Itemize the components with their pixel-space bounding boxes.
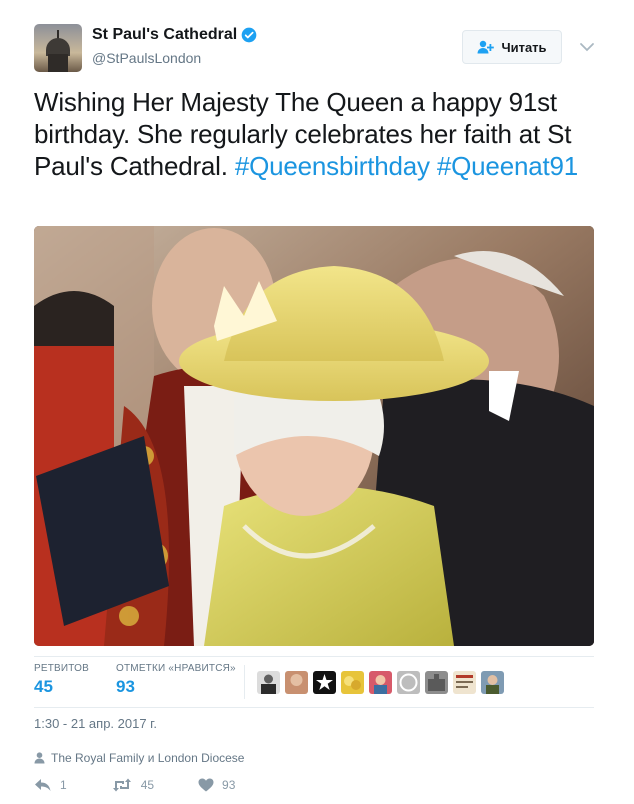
liker-avatar-image: [344, 675, 361, 690]
liker-avatar-image: [456, 674, 473, 688]
chevron-down-icon[interactable]: [578, 38, 596, 56]
retweet-count: 45: [140, 778, 155, 792]
liker-avatar[interactable]: [453, 670, 476, 694]
retweet-button[interactable]: 45: [111, 778, 154, 792]
liker-avatar[interactable]: [313, 670, 336, 694]
liker-avatar-image: [428, 673, 445, 691]
tweet-text: Wishing Her Majesty The Queen a happy 91…: [34, 86, 604, 182]
person-icon: [34, 752, 45, 764]
retweet-icon: [112, 778, 131, 792]
author-name[interactable]: St Paul's Cathedral: [92, 26, 237, 44]
liker-avatar[interactable]: [341, 670, 364, 694]
like-count: 93: [222, 778, 236, 792]
follow-button[interactable]: Читать: [462, 30, 562, 64]
likes-label: ОТМЕТКИ «НРАВИТСЯ»: [116, 663, 236, 674]
follow-button-label: Читать: [501, 39, 547, 55]
tweet-timestamp[interactable]: 1:30 - 21 апр. 2017 г.: [34, 716, 157, 731]
retweets-count[interactable]: 45: [34, 677, 89, 697]
avatar-drum: [48, 54, 68, 72]
like-button[interactable]: 93: [198, 778, 235, 792]
hashtag-link[interactable]: #Queensbirthday: [235, 151, 430, 181]
liker-avatar-image: [486, 674, 499, 694]
profile-avatar[interactable]: [34, 24, 82, 72]
context-line[interactable]: The Royal Family и London Diocese: [34, 751, 244, 765]
author-name-row[interactable]: St Paul's Cathedral: [92, 26, 257, 44]
liker-avatar-image: [399, 673, 418, 691]
tweet-photo-illustration: [34, 226, 594, 646]
reply-icon: [35, 779, 51, 791]
liker-avatar[interactable]: [397, 670, 420, 694]
likes-count[interactable]: 93: [116, 677, 236, 697]
add-user-icon: [477, 40, 495, 54]
liker-avatar[interactable]: [369, 670, 392, 694]
tweet-actions: 1 45 93: [34, 778, 279, 792]
liker-avatar-image: [374, 674, 387, 694]
liker-avatar-image: [316, 673, 333, 690]
heart-icon: [198, 778, 214, 792]
context-text[interactable]: The Royal Family и London Diocese: [51, 751, 244, 765]
liker-avatar[interactable]: [425, 670, 448, 694]
tweet-photo[interactable]: [34, 226, 594, 646]
verified-badge-icon: [241, 27, 257, 43]
hashtag-link[interactable]: #Queenat91: [437, 151, 578, 181]
retweets-label: РЕТВИТОВ: [34, 663, 90, 674]
liker-avatar[interactable]: [257, 670, 280, 694]
liker-avatar[interactable]: [481, 670, 504, 694]
reply-count: 1: [60, 778, 67, 792]
reply-button[interactable]: 1: [34, 778, 67, 792]
author-handle[interactable]: @StPaulsLondon: [92, 50, 201, 66]
liker-avatar-image: [290, 673, 303, 686]
liker-avatar[interactable]: [285, 670, 308, 694]
retweets-stat[interactable]: РЕТВИТОВ 45: [34, 663, 89, 697]
liker-avatar-image: [261, 674, 276, 694]
tweet-stats: РЕТВИТОВ 45 ОТМЕТКИ «НРАВИТСЯ» 93: [34, 656, 594, 708]
likes-stat[interactable]: ОТМЕТКИ «НРАВИТСЯ» 93: [116, 663, 236, 697]
liker-avatars: [244, 665, 504, 699]
